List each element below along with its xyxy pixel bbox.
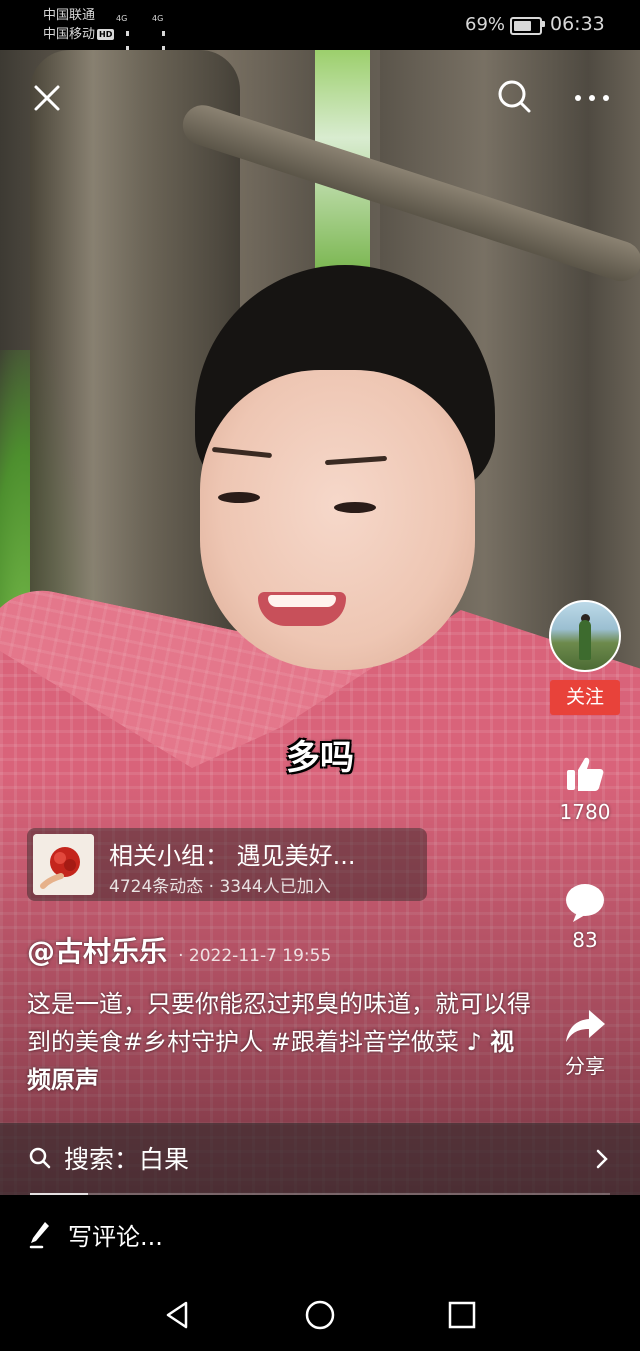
comment-bubble-icon <box>566 884 604 922</box>
follow-button[interactable]: 关注 <box>550 680 620 715</box>
video-subtitle: 多吗 <box>286 738 354 778</box>
status-bar: 中国联通 中国移动 HD 4G 4G 69% 06:33 <box>0 0 640 93</box>
battery-tip <box>542 21 545 27</box>
more-button[interactable] <box>572 78 612 118</box>
group-thumbnail <box>33 834 94 895</box>
post-author-line: @古村乐乐 · 2022-11-7 19:55 <box>27 930 331 970</box>
back-icon[interactable] <box>162 1299 194 1331</box>
more-icon <box>575 95 609 101</box>
author-name[interactable]: @古村乐乐 <box>27 935 167 968</box>
caption-text: 这是一道，只要你能忍过邦臭的味道，就可以得到的美食#乡村守护人 #跟着抖音学做菜 <box>27 990 531 1056</box>
pen-icon <box>29 1222 49 1249</box>
avatar-figure <box>579 620 591 660</box>
person-face <box>200 370 475 670</box>
right-eye <box>334 502 376 513</box>
close-icon <box>34 85 60 111</box>
recents-icon[interactable] <box>446 1299 478 1331</box>
close-button[interactable] <box>27 78 67 118</box>
chevron-right-icon <box>596 1149 608 1169</box>
comment-count: 83 <box>572 928 598 952</box>
group-title: 相关小组： 遇见美好... <box>109 842 356 870</box>
person-teeth <box>268 595 336 607</box>
share-button[interactable]: 分享 <box>545 1006 625 1079</box>
carrier-1: 中国联通 <box>43 8 96 23</box>
carrier-2: 中国移动 <box>43 27 96 42</box>
related-group-card[interactable]: 相关小组： 遇见美好... 4724条动态 · 3344人已加入 <box>27 828 427 901</box>
thumbs-up-icon <box>567 757 604 791</box>
search-suggestion-bar[interactable]: 搜索：白果 <box>0 1123 640 1195</box>
battery-icon <box>510 17 542 35</box>
author-avatar[interactable] <box>549 600 621 672</box>
clock: 06:33 <box>550 13 605 35</box>
like-button[interactable]: 1780 <box>545 752 625 824</box>
hd-badge: HD <box>97 29 115 40</box>
left-eye <box>218 492 260 503</box>
home-icon[interactable] <box>304 1299 336 1331</box>
battery-percent: 69% <box>465 14 506 35</box>
search-suggestion-text: 搜索：白果 <box>64 1145 190 1174</box>
comment-input-bar[interactable]: 写评论... <box>0 1195 640 1277</box>
post-date: · 2022-11-7 19:55 <box>178 946 332 966</box>
group-meta: 4724条动态 · 3344人已加入 <box>109 877 331 897</box>
comment-placeholder: 写评论... <box>68 1223 163 1251</box>
comment-button[interactable]: 83 <box>545 880 625 952</box>
post-caption: 这是一道，只要你能忍过邦臭的味道，就可以得到的美食#乡村守护人 #跟着抖音学做菜… <box>27 985 537 1099</box>
system-nav-bar <box>0 1277 640 1351</box>
flower-image <box>33 834 94 895</box>
search-button[interactable] <box>494 76 534 116</box>
share-label: 分享 <box>565 1054 605 1078</box>
battery-fill <box>514 21 531 31</box>
search-icon <box>29 1147 51 1169</box>
search-icon <box>498 80 531 113</box>
share-arrow-icon <box>566 1010 605 1042</box>
like-count: 1780 <box>559 800 611 824</box>
